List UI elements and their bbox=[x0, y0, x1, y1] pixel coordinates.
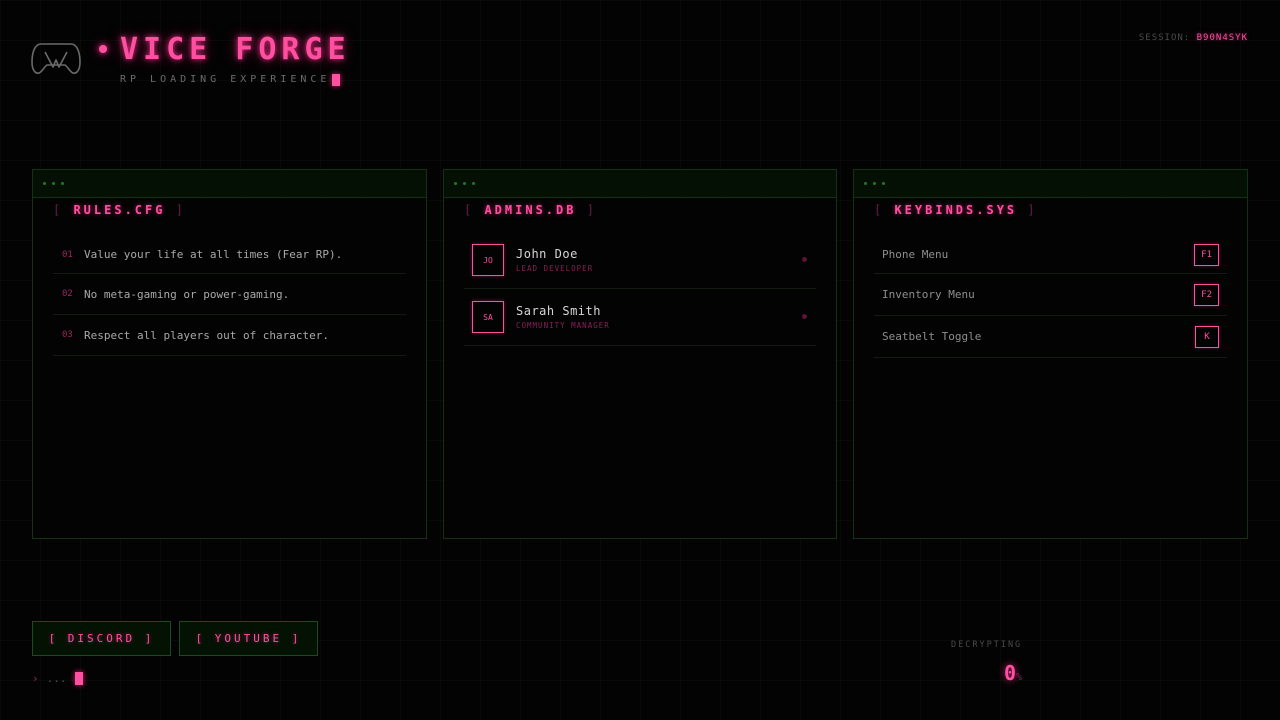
list-item: 03 Respect all players out of character. bbox=[53, 315, 406, 356]
progress-value: 0 bbox=[1004, 661, 1017, 685]
panel-titlebar bbox=[444, 170, 836, 198]
panel-title: [ KEYBINDS.SYS ] bbox=[874, 203, 1038, 217]
admin-name: Sarah Smith bbox=[516, 304, 601, 318]
rule-text: No meta-gaming or power-gaming. bbox=[84, 287, 290, 301]
admins-list: JO John Doe LEAD DEVELOPER SA Sarah Smit… bbox=[464, 232, 816, 346]
prompt-text: ... bbox=[46, 672, 67, 685]
keybinds-panel: [ KEYBINDS.SYS ] Phone Menu F1 Inventory… bbox=[853, 169, 1248, 539]
admins-panel: [ ADMINS.DB ] JO John Doe LEAD DEVELOPER… bbox=[443, 169, 837, 539]
session-info: SESSION: B90N4SYK bbox=[1139, 33, 1248, 43]
key-badge: F2 bbox=[1194, 283, 1219, 306]
list-item: 01 Value your life at all times (Fear RP… bbox=[53, 236, 406, 274]
window-dot bbox=[52, 182, 55, 185]
list-item: SA Sarah Smith COMMUNITY MANAGER bbox=[464, 289, 816, 346]
keybind-label: Inventory Menu bbox=[882, 288, 975, 301]
youtube-button[interactable]: [ YOUTUBE ] bbox=[179, 621, 318, 656]
list-item: Phone Menu F1 bbox=[874, 236, 1227, 274]
avatar: JO bbox=[472, 244, 504, 276]
admin-role: LEAD DEVELOPER bbox=[516, 264, 594, 273]
status-indicator bbox=[802, 314, 807, 319]
admin-role: COMMUNITY MANAGER bbox=[516, 321, 610, 330]
key-badge: K bbox=[1195, 325, 1219, 348]
list-item: Inventory Menu F2 bbox=[874, 274, 1227, 316]
progress-unit: % bbox=[1016, 672, 1023, 683]
window-dot bbox=[454, 182, 457, 185]
window-dot bbox=[472, 182, 475, 185]
keybinds-title: KEYBINDS.SYS bbox=[894, 203, 1018, 217]
discord-button[interactable]: [ DISCORD ] bbox=[32, 621, 171, 656]
console-prompt: › ... bbox=[32, 672, 83, 685]
title-indicator-dot bbox=[99, 45, 107, 53]
window-dot bbox=[864, 182, 867, 185]
window-dot bbox=[882, 182, 885, 185]
rule-text: Respect all players out of character. bbox=[84, 328, 330, 342]
rule-number: 01 bbox=[62, 249, 73, 260]
avatar: SA bbox=[472, 301, 504, 333]
rule-text: Value your life at all times (Fear RP). bbox=[84, 248, 343, 261]
panel-titlebar bbox=[854, 170, 1247, 198]
blinking-cursor bbox=[332, 74, 341, 86]
progress-percent: 0% bbox=[1004, 660, 1022, 691]
status-label: DECRYPTING bbox=[951, 640, 1023, 650]
keybind-label: Seatbelt Toggle bbox=[882, 330, 982, 343]
panel-title: [ ADMINS.DB ] bbox=[464, 203, 597, 217]
rules-list: 01 Value your life at all times (Fear RP… bbox=[53, 236, 406, 356]
rule-number: 02 bbox=[62, 289, 73, 299]
rule-number: 03 bbox=[62, 330, 73, 340]
list-item: 02 No meta-gaming or power-gaming. bbox=[53, 274, 406, 315]
list-item: Seatbelt Toggle K bbox=[874, 316, 1227, 358]
window-dot bbox=[463, 182, 466, 185]
window-dot bbox=[61, 182, 64, 185]
status-indicator bbox=[802, 257, 807, 262]
window-dot bbox=[43, 182, 46, 185]
panel-titlebar bbox=[33, 170, 426, 198]
session-label: SESSION: bbox=[1138, 33, 1191, 43]
admin-name: John Doe bbox=[516, 247, 578, 261]
prompt-chevron-icon: › bbox=[32, 672, 39, 685]
rules-panel: [ RULES.CFG ] 01 Value your life at all … bbox=[32, 169, 427, 539]
key-badge: F1 bbox=[1194, 243, 1219, 266]
blinking-cursor bbox=[74, 672, 83, 685]
list-item: JO John Doe LEAD DEVELOPER bbox=[464, 232, 816, 289]
rules-title: RULES.CFG bbox=[73, 203, 166, 217]
subtitle-text: RP LOADING EXPERIENCE bbox=[120, 74, 331, 85]
page-title: VICE FORGE bbox=[120, 32, 351, 67]
admins-title: ADMINS.DB bbox=[484, 203, 577, 217]
keybinds-list: Phone Menu F1 Inventory Menu F2 Seatbelt… bbox=[874, 236, 1227, 358]
window-dot bbox=[873, 182, 876, 185]
panel-title: [ RULES.CFG ] bbox=[53, 203, 186, 217]
session-id: B90N4SYK bbox=[1196, 33, 1248, 43]
gamepad-icon bbox=[31, 43, 81, 74]
keybind-label: Phone Menu bbox=[882, 248, 949, 261]
subtitle: RP LOADING EXPERIENCE bbox=[120, 74, 341, 86]
